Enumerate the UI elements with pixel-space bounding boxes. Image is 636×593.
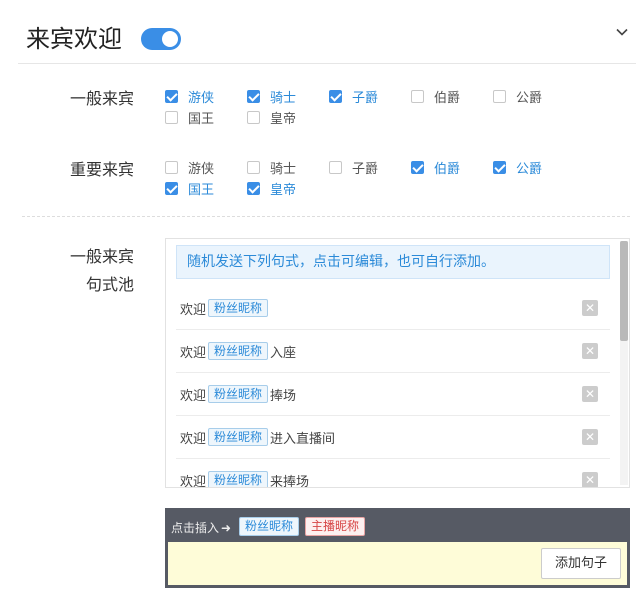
sentence-text[interactable]: 欢迎 粉丝昵称 捧场 <box>176 385 296 404</box>
checkbox-label: 伯爵 <box>434 161 461 177</box>
sentence-row[interactable]: 欢迎 粉丝昵称 ✕ <box>176 287 610 330</box>
checkbox-checked-icon[interactable] <box>247 181 260 195</box>
pool-label-line2: 句式池 <box>85 275 134 294</box>
panel-header: 来宾欢迎 <box>18 0 636 64</box>
section-divider <box>22 216 630 217</box>
add-sentence-button[interactable]: 添加句子 <box>541 548 621 579</box>
delete-icon[interactable]: ✕ <box>582 472 598 487</box>
fan-nickname-tag: 粉丝昵称 <box>208 299 269 317</box>
fan-nickname-tag: 粉丝昵称 <box>208 428 269 446</box>
checkbox-label: 子爵 <box>352 90 379 106</box>
checkbox-label: 皇帝 <box>270 111 297 127</box>
checkbox-label: 国王 <box>188 111 215 127</box>
sentence-text[interactable]: 欢迎 粉丝昵称 来捧场 <box>176 471 310 488</box>
pool-hint: 随机发送下列句式，点击可编辑，也可自行添加。 <box>176 245 610 279</box>
sentence-suffix: 入座 <box>270 345 297 361</box>
important_guests-option-checkbox[interactable]: 骑士 <box>247 158 297 177</box>
general_guests-option-checkbox[interactable]: 伯爵 <box>411 87 461 106</box>
fan-nickname-tag: 粉丝昵称 <box>208 385 269 403</box>
important_guests-option-checkbox[interactable]: 游侠 <box>165 158 215 177</box>
checkbox-label: 公爵 <box>516 90 543 106</box>
sentence-text[interactable]: 欢迎 粉丝昵称 入座 <box>176 342 296 361</box>
chevron-down-icon[interactable] <box>616 26 628 38</box>
delete-icon[interactable]: ✕ <box>582 300 598 316</box>
important_guests-option-checkbox[interactable]: 子爵 <box>329 158 379 177</box>
checkbox-label: 国王 <box>188 182 215 198</box>
fan-nickname-tag: 粉丝昵称 <box>208 471 269 487</box>
checkbox-label: 伯爵 <box>434 90 461 106</box>
important_guests-option-checkbox[interactable]: 皇帝 <box>247 179 297 198</box>
checkbox-checked-icon[interactable] <box>329 89 342 103</box>
sentence-prefix: 欢迎 <box>180 388 207 404</box>
checkbox-empty-icon[interactable] <box>165 160 178 174</box>
general_guests-option-checkbox[interactable]: 子爵 <box>329 87 379 106</box>
checkbox-label: 骑士 <box>270 90 297 106</box>
checkbox-label: 游侠 <box>188 161 215 177</box>
checkbox-label: 子爵 <box>352 161 379 177</box>
delete-icon[interactable]: ✕ <box>582 343 598 359</box>
scrollbar-thumb[interactable] <box>620 241 628 341</box>
checkbox-empty-icon[interactable] <box>329 160 342 174</box>
sentence-row[interactable]: 欢迎 粉丝昵称 入座 ✕ <box>176 330 610 373</box>
sentence-prefix: 欢迎 <box>180 431 207 447</box>
pool-label-line1: 一般来宾 <box>69 247 134 266</box>
sentence-suffix: 进入直播间 <box>270 431 336 447</box>
general_guests-option-checkbox[interactable]: 骑士 <box>247 87 297 106</box>
general_guests-option-checkbox[interactable]: 皇帝 <box>247 108 297 127</box>
panel-title: 来宾欢迎 <box>26 25 122 53</box>
checkbox-label: 骑士 <box>270 161 297 177</box>
sentence-prefix: 欢迎 <box>180 302 207 318</box>
delete-icon[interactable]: ✕ <box>582 429 598 445</box>
checkbox-empty-icon[interactable] <box>247 110 260 124</box>
general_guests-option-checkbox[interactable]: 国王 <box>165 108 215 127</box>
arrow-right-icon: ➜ <box>221 520 232 535</box>
pool-scrollbar[interactable] <box>620 241 628 485</box>
checkbox-empty-icon[interactable] <box>165 110 178 124</box>
sentence-input[interactable]: 添加句子 <box>168 542 627 585</box>
checkbox-empty-icon[interactable] <box>411 89 424 103</box>
sentence-pool: 随机发送下列句式，点击可编辑，也可自行添加。 欢迎 粉丝昵称 ✕ 欢迎 粉丝昵称 入座 ✕ 欢… <box>165 238 630 488</box>
general_guests-option-checkbox[interactable]: 公爵 <box>493 87 543 106</box>
insert-label: 点击插入 ➜ <box>171 519 231 536</box>
checkbox-empty-icon[interactable] <box>247 160 260 174</box>
sentence-suffix: 来捧场 <box>270 474 310 488</box>
sentence-row[interactable]: 欢迎 粉丝昵称 进入直播间 ✕ <box>176 416 610 459</box>
important_guests-option-checkbox[interactable]: 国王 <box>165 179 215 198</box>
sentence-prefix: 欢迎 <box>180 474 207 488</box>
important_guests-option-checkbox[interactable]: 伯爵 <box>411 158 461 177</box>
checkbox-label: 游侠 <box>188 90 215 106</box>
fan-nickname-tag: 粉丝昵称 <box>208 342 269 360</box>
sentence-row[interactable]: 欢迎 粉丝昵称 来捧场 ✕ <box>176 459 610 488</box>
checkbox-checked-icon[interactable] <box>247 89 260 103</box>
sentence-pool-label: 一般来宾 句式池 <box>30 243 134 299</box>
checkbox-label: 公爵 <box>516 161 543 177</box>
sentence-row[interactable]: 欢迎 粉丝昵称 捧场 ✕ <box>176 373 610 416</box>
checkbox-label: 皇帝 <box>270 182 297 198</box>
checkbox-checked-icon[interactable] <box>493 160 506 174</box>
sentence-suffix: 捧场 <box>270 388 297 404</box>
important_guests-option-checkbox[interactable]: 公爵 <box>493 158 543 177</box>
toggle-knob <box>162 31 178 47</box>
insert-bar: 点击插入 ➜ 粉丝昵称 主播昵称 添加句子 <box>165 508 630 588</box>
sentence-text[interactable]: 欢迎 粉丝昵称 进入直播间 <box>176 428 335 447</box>
general_guests-option-checkbox[interactable]: 游侠 <box>165 87 215 106</box>
delete-icon[interactable]: ✕ <box>582 386 598 402</box>
sentence-prefix: 欢迎 <box>180 345 207 361</box>
checkbox-empty-icon[interactable] <box>493 89 506 103</box>
important-guests-label: 重要来宾 <box>69 160 134 179</box>
insert-host-nickname-tag[interactable]: 主播昵称 <box>305 517 366 536</box>
checkbox-checked-icon[interactable] <box>165 89 178 103</box>
enable-toggle[interactable] <box>141 28 181 50</box>
insert-label-text: 点击插入 <box>171 521 220 535</box>
checkbox-checked-icon[interactable] <box>411 160 424 174</box>
general-guests-label: 一般来宾 <box>69 89 134 108</box>
insert-fan-nickname-tag[interactable]: 粉丝昵称 <box>239 517 300 536</box>
sentence-text[interactable]: 欢迎 粉丝昵称 <box>176 299 270 318</box>
checkbox-checked-icon[interactable] <box>165 181 178 195</box>
